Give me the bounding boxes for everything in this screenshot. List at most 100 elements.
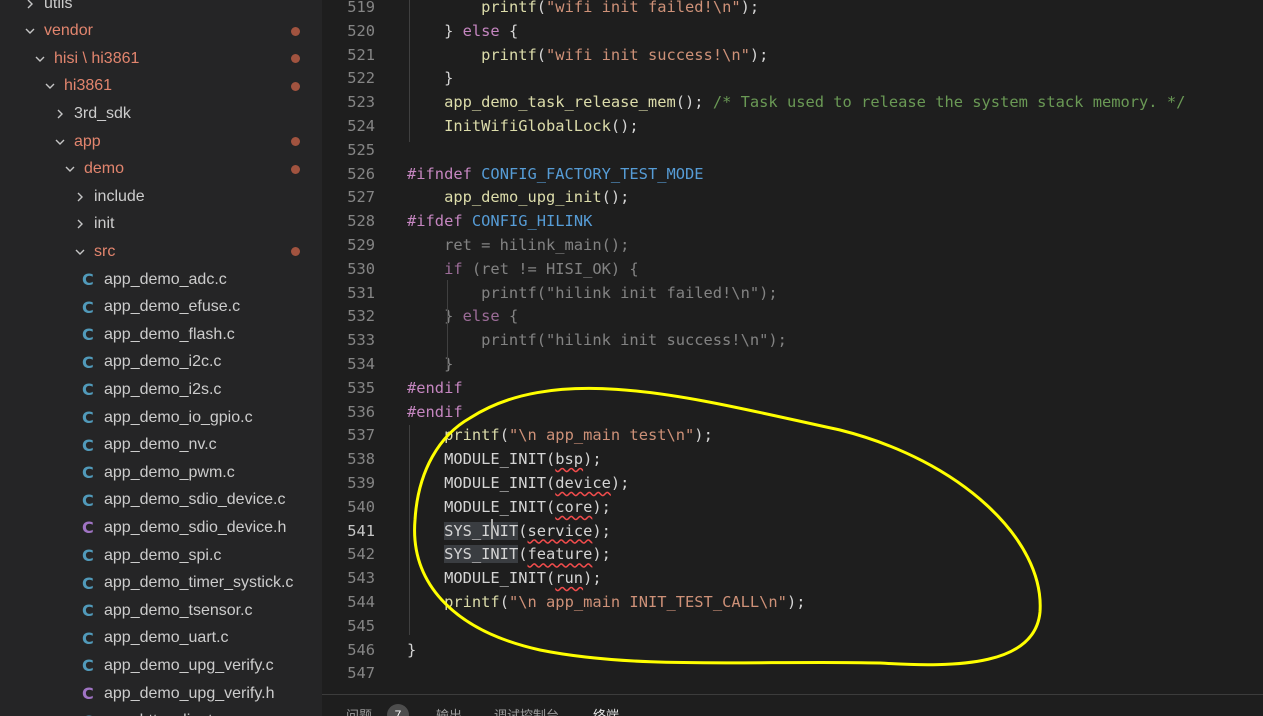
tree-file[interactable]: Capp_http_client.c [0,708,322,716]
modified-indicator-icon [291,54,300,64]
code-token: } [407,21,463,40]
tree-item-label: app_demo_nv.c [104,436,217,454]
code-text: ret = hilink_main(); [407,233,629,257]
code-text: #endif [407,400,463,424]
code-line[interactable]: 534 } [322,352,1263,376]
tree-file[interactable]: Capp_demo_spi.c [0,542,322,569]
code-token: ); [610,474,630,492]
tree-file[interactable]: Capp_demo_tsensor.c [0,597,322,624]
tab-output[interactable]: 输出 [436,705,462,716]
tree-file[interactable]: Capp_demo_uart.c [0,625,322,652]
code-line[interactable]: 543 MODULE_INIT(run); [322,566,1263,590]
code-token: CONFIG_FACTORY_TEST_MODE [481,164,704,183]
code-line[interactable]: 537 printf("\n app_main test\n"); [322,423,1263,447]
tree-folder[interactable]: src [0,238,322,265]
tree-file[interactable]: Capp_demo_timer_systick.c [0,570,322,597]
tree-file[interactable]: Capp_demo_adc.c [0,266,322,293]
chevron-down-icon[interactable] [54,132,66,152]
code-token: ); [694,426,713,445]
code-line[interactable]: 520 } else { [322,19,1263,43]
tab-terminal[interactable]: 终端 [593,705,619,716]
chevron-down-icon[interactable] [64,159,76,179]
tree-folder[interactable]: app [0,128,322,155]
tree-file[interactable]: Capp_demo_flash.c [0,321,322,348]
code-line[interactable]: 522 } [322,66,1263,90]
code-token: ); [740,0,760,16]
code-line[interactable]: 546} [322,638,1263,662]
tree-folder[interactable]: vendor [0,18,322,45]
code-line[interactable]: 529 ret = hilink_main(); [322,233,1263,257]
tree-file[interactable]: Capp_demo_io_gpio.c [0,404,322,431]
code-token: "\n app_main test\n" [508,426,695,445]
code-token: } [407,69,454,88]
tree-file[interactable]: Capp_demo_efuse.c [0,294,322,321]
tab-debug-console[interactable]: 调试控制台 [494,705,559,716]
tree-file[interactable]: Capp_demo_nv.c [0,432,322,459]
c-file-icon: C [82,325,94,345]
code-line[interactable]: 540 MODULE_INIT(core); [322,495,1263,519]
code-text: MODULE_INIT(core); [407,495,611,519]
code-editor[interactable]: 519 printf("wifi init failed!\n"); 520 } … [322,0,1263,694]
indent-guide [409,425,410,635]
chevron-right-icon[interactable] [74,214,86,234]
tree-folder[interactable]: 3rd_sdk [0,100,322,127]
code-line[interactable]: 545 [322,614,1263,638]
code-line[interactable]: 544 printf("\n app_main INIT_TEST_CALL\n… [322,590,1263,614]
code-token: ( [518,521,528,540]
tree-file[interactable]: Capp_demo_upg_verify.h [0,680,322,707]
line-number: 519 [347,0,375,16]
chevron-right-icon[interactable] [54,104,66,124]
code-token: ret = hilink_main(); [407,236,630,254]
tree-file[interactable]: Capp_demo_upg_verify.c [0,652,322,679]
tree-folder[interactable]: demo [0,156,322,183]
code-token: ( [499,593,509,611]
code-line[interactable]: 524 InitWifiGlobalLock(); [322,114,1263,138]
code-line[interactable]: 525 [322,138,1263,162]
code-text: SYS_INIT(feature); [407,542,611,566]
code-line[interactable]: 528 #ifdef CONFIG_HILINK [322,209,1263,233]
code-text: } [407,66,453,90]
tree-folder[interactable]: include [0,183,322,210]
tree-folder[interactable]: hi3861 [0,73,322,100]
code-text: } else { [407,19,518,43]
code-line[interactable]: 533 printf("hilink init success!\n"); [322,328,1263,352]
code-line[interactable]: 536 #endif [322,400,1263,424]
chevron-down-icon[interactable] [24,21,36,41]
code-token: ( [499,426,509,445]
problems-count-badge: 7 [387,704,409,716]
code-line[interactable]: 541 SYS_INIT(service); [322,519,1263,543]
chevron-down-icon[interactable] [74,242,86,262]
code-line[interactable]: 523 app_demo_task_release_mem(); /* Task… [322,90,1263,114]
code-line[interactable]: 526 #ifndef CONFIG_FACTORY_TEST_MODE [322,162,1263,186]
code-line[interactable]: 547 [322,661,1263,685]
chevron-right-icon[interactable] [24,0,36,14]
tree-file[interactable]: Capp_demo_sdio_device.c [0,487,322,514]
chevron-down-icon[interactable] [34,49,46,69]
code-text: app_demo_task_release_mem(); /* Task use… [407,90,1185,114]
c-header-file-icon: C [82,684,94,703]
code-line[interactable]: 530 if (ret != HISI_OK) { [322,257,1263,281]
tree-file[interactable]: Capp_demo_i2c.c [0,349,322,376]
code-line[interactable]: 519 printf("wifi init failed!\n"); [322,0,1263,19]
tree-folder[interactable]: utils [0,0,322,17]
code-line[interactable]: 531 printf("hilink init failed!\n"); [322,281,1263,305]
tree-file[interactable]: Capp_demo_pwm.c [0,459,322,486]
tree-folder[interactable]: hisi \ hi3861 [0,45,322,72]
code-line[interactable]: 539 MODULE_INIT(device); [322,471,1263,495]
code-text: MODULE_INIT(bsp); [407,447,602,471]
tree-item-label: utils [44,0,73,12]
tree-file[interactable]: Capp_demo_sdio_device.h [0,514,322,541]
tree-item-label: app_demo_i2c.c [104,353,222,371]
code-line[interactable]: 532 } else { [322,304,1263,328]
code-line[interactable]: 538 MODULE_INIT(bsp); [322,447,1263,471]
tree-file[interactable]: Capp_demo_i2s.c [0,376,322,403]
code-line[interactable]: 542 SYS_INIT(feature); [322,542,1263,566]
tree-folder[interactable]: init [0,211,322,238]
code-line[interactable]: 535 #endif [322,376,1263,400]
chevron-down-icon[interactable] [44,76,56,96]
tab-problems[interactable]: 问题 [346,705,372,716]
tree-item-label: app_demo_upg_verify.h [104,684,275,702]
code-line[interactable]: 521 printf("wifi init success!\n"); [322,43,1263,67]
code-line[interactable]: 527 app_demo_upg_init(); [322,185,1263,209]
chevron-right-icon[interactable] [74,187,86,207]
